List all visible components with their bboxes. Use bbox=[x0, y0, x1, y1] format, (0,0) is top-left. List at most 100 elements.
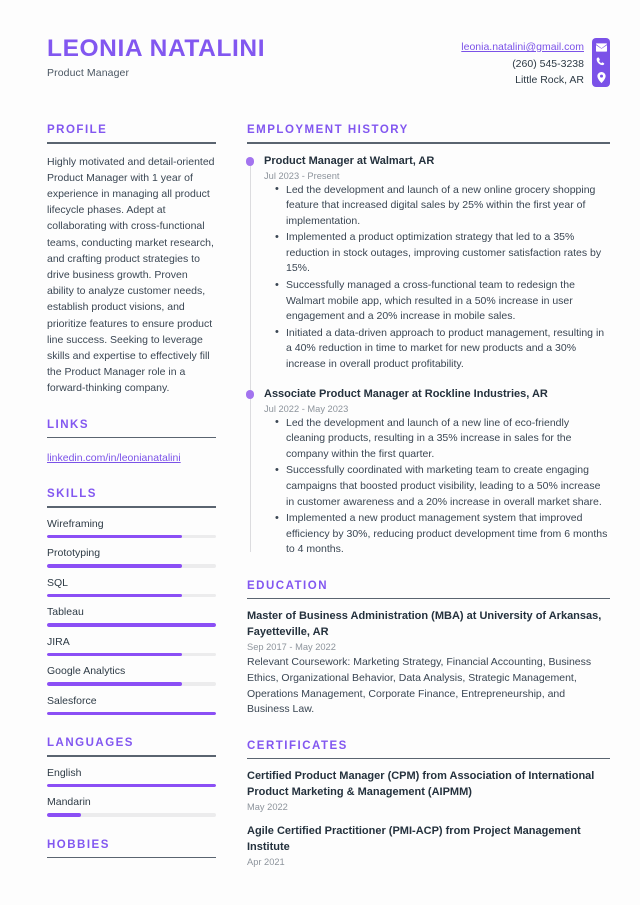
language-label: English bbox=[47, 766, 82, 779]
certificate-title: Agile Certified Practitioner (PMI-ACP) f… bbox=[247, 825, 581, 853]
language-level-track bbox=[47, 813, 216, 817]
section-title-links: LINKS bbox=[47, 418, 89, 431]
skill-level-fill bbox=[47, 652, 183, 657]
employment-entry: Product Manager at Walmart, AR Jul 2023 -… bbox=[245, 154, 610, 373]
job-bullet: Successfully coordinated with marketing … bbox=[275, 463, 610, 510]
section-divider bbox=[47, 142, 216, 144]
language-level-fill bbox=[47, 783, 216, 788]
section-divider bbox=[47, 856, 216, 859]
certificate-date: Apr 2021 bbox=[247, 857, 285, 868]
skill-label: Google Analytics bbox=[47, 665, 126, 678]
skill-level-track bbox=[47, 593, 216, 598]
section-divider bbox=[47, 755, 216, 757]
languages-list: English Mandarin bbox=[47, 767, 216, 817]
employment-timeline: Product Manager at Walmart, AR Jul 2023 -… bbox=[245, 154, 610, 558]
skill-label: Prototyping bbox=[47, 547, 101, 560]
link-linkedin[interactable]: linkedin.com/in/leonianatalini bbox=[47, 452, 181, 464]
skill-level-fill bbox=[47, 682, 183, 686]
language-item: Mandarin bbox=[47, 796, 216, 817]
contact-location: Little Rock, AR bbox=[515, 74, 584, 86]
section-title-hobbies: HOBBIES bbox=[47, 838, 110, 851]
certificate-entry: Certified Product Manager (CPM) from Ass… bbox=[247, 769, 610, 812]
job-bullet: Led the development and launch of a new … bbox=[275, 182, 610, 230]
timeline-dot-icon bbox=[245, 390, 254, 399]
certificate-entry: Agile Certified Practitioner (PMI-ACP) f… bbox=[247, 824, 610, 867]
section-title-employment: EMPLOYMENT HISTORY bbox=[247, 124, 409, 136]
skill-level-track bbox=[47, 682, 216, 686]
section-divider bbox=[47, 436, 216, 439]
job-bullet: Led the development and launch of a new … bbox=[275, 415, 610, 463]
main-content: EMPLOYMENT HISTORY Product Manager at Wa… bbox=[245, 124, 610, 889]
language-label: Mandarin bbox=[47, 796, 91, 809]
location-pin-icon bbox=[596, 72, 606, 83]
skill-level-fill bbox=[47, 564, 183, 568]
education-date: Sep 2017 - May 2022 bbox=[247, 642, 336, 653]
section-links: LINKS linkedin.com/in/leonianatalini bbox=[47, 419, 216, 467]
skill-label: Wireframing bbox=[47, 517, 104, 530]
section-title-profile: PROFILE bbox=[47, 124, 108, 136]
skill-item: Salesforce bbox=[47, 695, 216, 716]
section-divider bbox=[247, 142, 610, 144]
timeline-dot-icon bbox=[245, 157, 254, 166]
job-bullet-list: Led the development and launch of a new … bbox=[264, 415, 610, 558]
section-title-certificates: CERTIFICATES bbox=[247, 739, 348, 752]
skill-item: Google Analytics bbox=[47, 665, 216, 686]
profile-text: Highly motivated and detail-oriented Pro… bbox=[47, 155, 215, 395]
education-list: Master of Business Administration (MBA) … bbox=[247, 609, 610, 717]
job-title: Product Manager at Walmart, AR bbox=[264, 154, 435, 167]
contact-block: leonia.natalini@gmail.com (260) 545-3238… bbox=[461, 38, 610, 89]
skill-level-fill bbox=[47, 593, 183, 598]
skill-label: Salesforce bbox=[47, 694, 97, 707]
section-divider bbox=[47, 506, 216, 508]
skill-level-fill bbox=[47, 534, 183, 539]
section-education: EDUCATION Master of Business Administrat… bbox=[247, 580, 610, 718]
employment-entry: Associate Product Manager at Rockline In… bbox=[245, 387, 610, 558]
section-title-education: EDUCATION bbox=[247, 579, 329, 592]
skill-level-fill bbox=[47, 711, 216, 716]
skills-list: Wireframing Prototyping SQL Tableau JIRA Goog… bbox=[47, 518, 216, 716]
section-title-skills: SKILLS bbox=[47, 488, 97, 501]
contact-phone: (260) 545-3238 bbox=[512, 57, 584, 70]
language-level-fill bbox=[47, 813, 81, 817]
section-skills: SKILLS Wireframing Prototyping SQL Tableau J… bbox=[47, 488, 216, 716]
skill-label: Tableau bbox=[47, 606, 84, 619]
skill-item: SQL bbox=[47, 577, 216, 598]
contact-lines: leonia.natalini@gmail.com (260) 545-3238… bbox=[461, 38, 592, 89]
skill-label: SQL bbox=[47, 576, 69, 589]
skill-item: Prototyping bbox=[47, 547, 216, 568]
job-bullet: Implemented a product optimization strat… bbox=[275, 230, 610, 277]
skill-level-fill bbox=[47, 623, 216, 627]
job-bullet: Initiated a data-driven approach to prod… bbox=[275, 325, 610, 373]
job-bullet: Successfully managed a cross-functional … bbox=[275, 278, 610, 325]
job-date: Jul 2022 - May 2023 bbox=[264, 403, 349, 414]
section-employment: EMPLOYMENT HISTORY Product Manager at Wa… bbox=[245, 124, 610, 558]
certificate-title: Certified Product Manager (CPM) from Ass… bbox=[247, 770, 595, 798]
job-bullet-list: Led the development and launch of a new … bbox=[264, 182, 610, 373]
job-bullet: Implemented a new product management sys… bbox=[275, 511, 610, 558]
section-languages: LANGUAGES English Mandarin bbox=[47, 737, 216, 817]
certificate-date: May 2022 bbox=[247, 802, 288, 813]
contact-email[interactable]: leonia.natalini@gmail.com bbox=[461, 39, 584, 56]
education-description: Relevant Coursework: Marketing Strategy,… bbox=[247, 656, 592, 716]
language-level-track bbox=[47, 783, 216, 788]
sidebar: PROFILE Highly motivated and detail-orie… bbox=[47, 124, 216, 880]
section-title-languages: LANGUAGES bbox=[47, 737, 134, 750]
skill-level-track bbox=[47, 711, 216, 716]
section-divider bbox=[247, 597, 610, 600]
skill-label: JIRA bbox=[47, 635, 70, 648]
job-title: Associate Product Manager at Rockline In… bbox=[264, 387, 548, 400]
section-divider bbox=[247, 757, 610, 760]
education-title: Master of Business Administration (MBA) … bbox=[247, 610, 602, 638]
education-entry: Master of Business Administration (MBA) … bbox=[247, 609, 610, 717]
certificates-list: Certified Product Manager (CPM) from Ass… bbox=[247, 769, 610, 867]
contact-icon-bar bbox=[592, 38, 610, 87]
skill-item: Wireframing bbox=[47, 518, 216, 539]
skill-item: JIRA bbox=[47, 636, 216, 657]
section-hobbies: HOBBIES bbox=[47, 839, 216, 859]
envelope-icon bbox=[595, 43, 607, 52]
skill-level-track bbox=[47, 534, 216, 539]
skill-level-track bbox=[47, 623, 216, 627]
resume-page: LEONIA NATALINI Product Manager leonia.n… bbox=[0, 0, 640, 905]
language-item: English bbox=[47, 767, 216, 788]
section-certificates: CERTIFICATES Certified Product Manager (… bbox=[247, 739, 610, 867]
